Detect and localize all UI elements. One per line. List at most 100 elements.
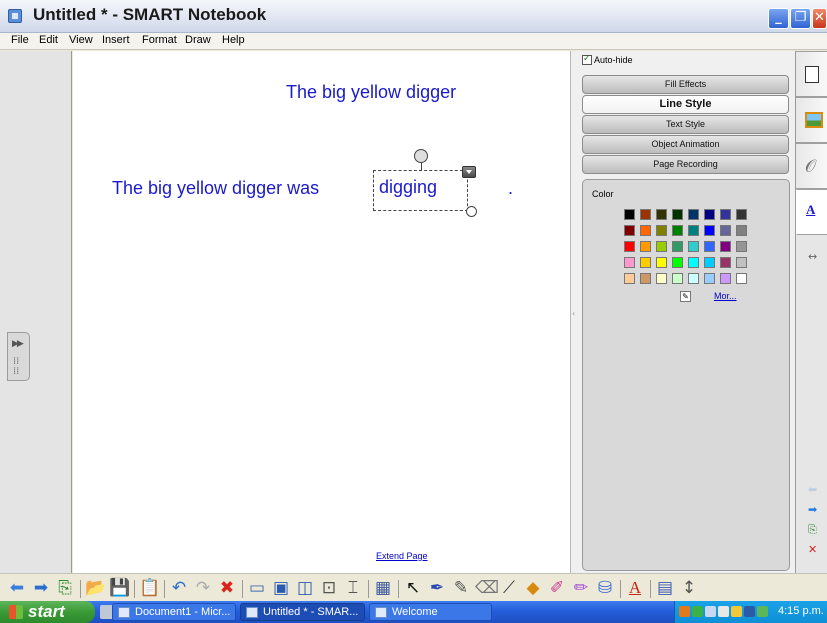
menu-edit[interactable]: Edit: [39, 34, 58, 46]
color-swatch[interactable]: [704, 273, 715, 284]
tab-fill-effects[interactable]: Fill Effects: [582, 75, 789, 94]
back-icon[interactable]: ⬅: [7, 578, 27, 598]
move-toolbar-icon[interactable]: ↕: [679, 578, 699, 598]
color-swatch[interactable]: [624, 225, 635, 236]
document-camera-icon[interactable]: ⌶: [343, 578, 363, 598]
resize-handle[interactable]: [466, 206, 477, 217]
color-swatch[interactable]: [720, 257, 731, 268]
line-icon[interactable]: ⟋: [499, 578, 519, 598]
color-swatch[interactable]: [656, 241, 667, 252]
color-swatch[interactable]: [672, 209, 683, 220]
panel-resize-grip-icon[interactable]: ‹: [572, 309, 575, 318]
color-swatch[interactable]: [720, 241, 731, 252]
color-swatch[interactable]: [688, 209, 699, 220]
tab-line-style[interactable]: Line Style: [582, 95, 789, 114]
restore-button[interactable]: ❐: [790, 8, 811, 29]
color-swatch[interactable]: [624, 209, 635, 220]
selected-text[interactable]: digging: [379, 177, 437, 198]
tray-volume-icon[interactable]: [731, 606, 742, 617]
menu-view[interactable]: View: [69, 34, 93, 46]
smart-notebook-app-icon[interactable]: [8, 9, 22, 23]
selected-text-object[interactable]: digging: [373, 170, 468, 211]
minimize-button[interactable]: _: [768, 8, 789, 29]
color-swatch[interactable]: [656, 273, 667, 284]
open-icon[interactable]: 📂: [85, 578, 106, 598]
checkbox-icon[interactable]: [582, 53, 592, 65]
auto-hide-checkbox[interactable]: Auto-hide: [582, 53, 633, 65]
color-swatch[interactable]: [624, 257, 635, 268]
sidebar-forward-icon[interactable]: ➡: [808, 503, 817, 516]
menu-help[interactable]: Help: [222, 34, 245, 46]
color-swatch[interactable]: [640, 225, 651, 236]
tray-network-icon[interactable]: [692, 606, 703, 617]
title-bar[interactable]: Untitled * - SMART Notebook _ ❐ ✕: [0, 0, 827, 33]
color-swatch[interactable]: [688, 241, 699, 252]
select-icon[interactable]: ↖: [403, 578, 423, 598]
magic-pen-icon[interactable]: ✐: [547, 578, 567, 598]
canvas-period-text[interactable]: .: [508, 178, 513, 199]
color-swatch[interactable]: [672, 273, 683, 284]
eyedropper-icon[interactable]: ✎: [680, 291, 691, 302]
tab-object-animation[interactable]: Object Animation: [582, 135, 789, 154]
tab-text-style[interactable]: Text Style: [582, 115, 789, 134]
paste-icon[interactable]: 📋: [139, 578, 160, 598]
shape-icon[interactable]: ◆: [523, 578, 543, 598]
canvas-heading-text[interactable]: The big yellow digger: [286, 82, 456, 103]
color-swatch[interactable]: [688, 273, 699, 284]
taskbar-item-smart-notebook[interactable]: Untitled * - SMAR...: [240, 603, 365, 621]
creative-pen-icon[interactable]: ✎: [451, 578, 471, 598]
tab-properties[interactable]: A: [796, 189, 827, 235]
rotate-handle[interactable]: [414, 149, 428, 163]
expand-panel-arrow-icon[interactable]: ↔: [808, 250, 817, 263]
color-swatch[interactable]: [656, 209, 667, 220]
tab-attachments[interactable]: 𝒪: [796, 143, 827, 189]
color-swatch[interactable]: [672, 257, 683, 268]
sidebar-back-icon[interactable]: ⬅: [808, 483, 817, 496]
pen-icon[interactable]: ✒: [427, 578, 447, 598]
extend-page-link[interactable]: Extend Page: [376, 551, 428, 561]
color-swatch[interactable]: [704, 209, 715, 220]
color-swatch[interactable]: [704, 257, 715, 268]
tab-gallery[interactable]: [796, 97, 827, 143]
taskbar-item-document1[interactable]: Document1 - Micr...: [112, 603, 236, 621]
color-swatch[interactable]: [736, 209, 747, 220]
properties-icon[interactable]: ▤: [655, 578, 675, 598]
tray-app-icon[interactable]: [679, 606, 690, 617]
color-swatch[interactable]: [624, 241, 635, 252]
canvas-sentence-text[interactable]: The big yellow digger was: [112, 178, 319, 199]
sidebar-add-page-icon[interactable]: ⎘: [808, 523, 817, 537]
sidebar-delete-icon[interactable]: ✕: [808, 543, 817, 556]
color-swatch[interactable]: [704, 241, 715, 252]
sidebar-toggle-tab[interactable]: ▶▶ ⁞⁞ ⁞⁞: [7, 332, 30, 381]
text-icon[interactable]: A: [625, 578, 645, 598]
tray-clock-icon[interactable]: [718, 606, 729, 617]
tab-page-recording[interactable]: Page Recording: [582, 155, 789, 174]
menu-format[interactable]: Format: [142, 34, 177, 46]
color-swatch[interactable]: [688, 257, 699, 268]
menu-draw[interactable]: Draw: [185, 34, 211, 46]
tray-security-icon[interactable]: [757, 606, 768, 617]
color-swatch[interactable]: [736, 241, 747, 252]
table-icon[interactable]: ▦: [373, 578, 393, 598]
delete-icon[interactable]: ✖: [217, 578, 237, 598]
color-swatch[interactable]: [656, 225, 667, 236]
color-swatch[interactable]: [720, 209, 731, 220]
fill-icon[interactable]: ⛁: [595, 578, 615, 598]
screen-shade-icon[interactable]: ▭: [247, 578, 267, 598]
color-swatch[interactable]: [720, 225, 731, 236]
close-button[interactable]: ✕: [812, 8, 827, 29]
color-swatch[interactable]: [640, 209, 651, 220]
color-swatch[interactable]: [720, 273, 731, 284]
color-swatch[interactable]: [640, 257, 651, 268]
tray-display-icon[interactable]: [744, 606, 755, 617]
tray-help-icon[interactable]: [705, 606, 716, 617]
eraser-icon[interactable]: ⌫: [475, 578, 499, 598]
more-colors-link[interactable]: Mor...: [714, 291, 737, 301]
dual-page-icon[interactable]: ◫: [295, 578, 315, 598]
color-swatch[interactable]: [736, 273, 747, 284]
color-swatch[interactable]: [736, 225, 747, 236]
tab-page-sorter[interactable]: [796, 51, 827, 97]
undo-icon[interactable]: ↶: [169, 578, 189, 598]
highlighter-icon[interactable]: ✏: [571, 578, 591, 598]
color-swatch[interactable]: [640, 273, 651, 284]
